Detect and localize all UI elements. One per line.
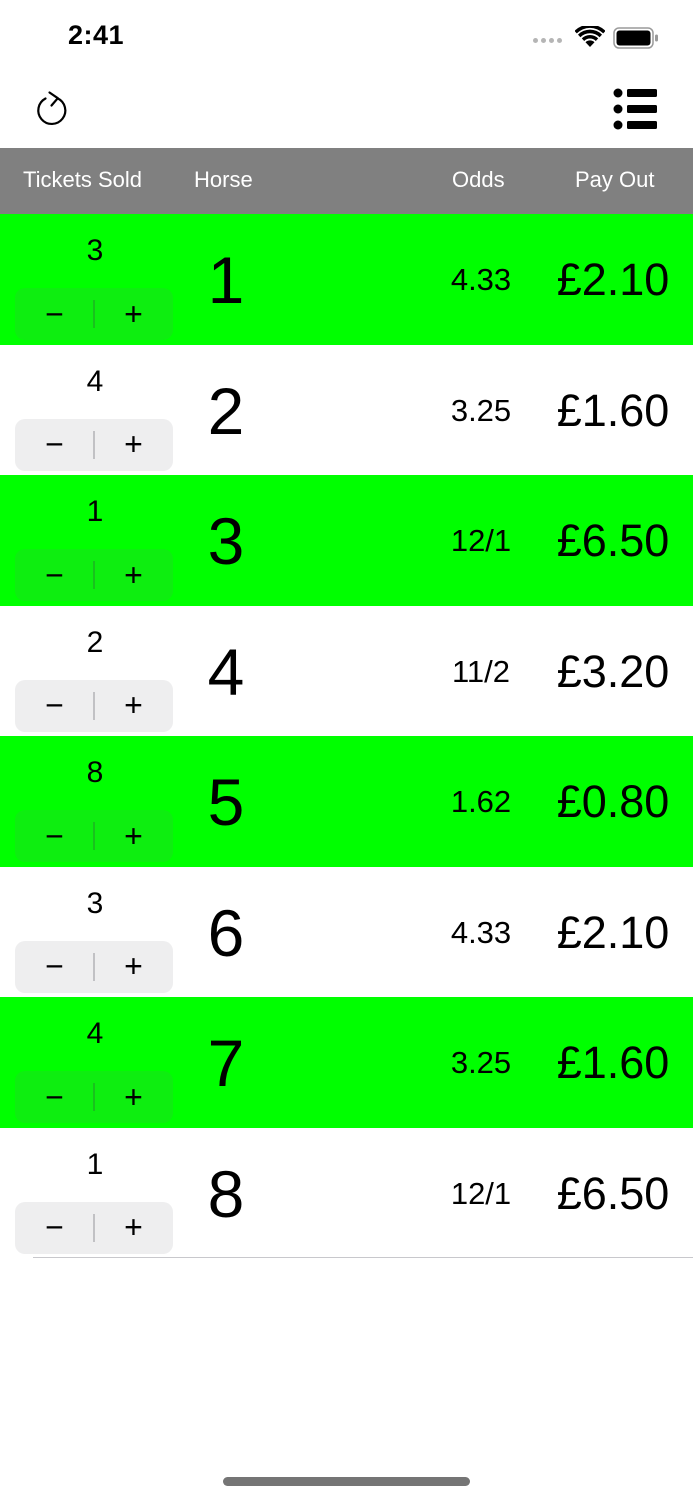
increment-button[interactable]: + (94, 549, 173, 601)
increment-button[interactable]: + (94, 419, 173, 471)
header-horse: Horse (194, 167, 253, 192)
increment-button[interactable]: + (94, 680, 173, 732)
increment-button[interactable]: + (94, 1202, 173, 1254)
cellular-signal-icon (533, 38, 562, 43)
odds-value: 12/1 (450, 523, 512, 558)
pay-out-value: £6.50 (556, 1167, 670, 1219)
odds-value: 12/1 (450, 1175, 512, 1211)
tickets-sold-count: 2 (86, 625, 104, 659)
odds-value: 1.62 (450, 784, 512, 819)
header-tickets-sold: Tickets Sold (23, 167, 143, 192)
table-row: 8 − + 5 1.62 £0.80 (0, 736, 693, 867)
odds-value: 4.33 (450, 262, 512, 297)
decrement-button[interactable]: − (15, 680, 94, 732)
horse-number: 5 (207, 765, 245, 839)
horse-number: 7 (207, 1026, 245, 1100)
increment-button[interactable]: + (94, 941, 173, 993)
decrement-button[interactable]: − (15, 1202, 94, 1254)
table-row: 4 − + 2 3.25 £1.60 (0, 344, 693, 475)
increment-button[interactable]: + (94, 1071, 173, 1123)
tickets-stepper: − + (15, 810, 173, 862)
tickets-stepper: − + (15, 679, 173, 732)
home-indicator[interactable] (223, 1477, 470, 1486)
horse-number: 6 (207, 895, 245, 970)
horse-table: 3 − + 1 4.33 £2.10 4 − + 2 3.25 £1.60 1 … (0, 214, 693, 1258)
row-divider (33, 1257, 693, 1258)
decrement-button[interactable]: − (15, 941, 94, 993)
pay-out-value: £1.60 (556, 384, 670, 436)
table-row: 3 − + 1 4.33 £2.10 (0, 214, 693, 345)
table-row: 3 − + 6 4.33 £2.10 (0, 866, 693, 997)
wifi-icon (575, 26, 605, 47)
tickets-sold-count: 4 (86, 364, 104, 398)
tickets-sold-count: 8 (86, 756, 104, 789)
tickets-stepper: − + (15, 288, 173, 340)
odds-value: 11/2 (451, 653, 511, 689)
odds-value: 3.25 (450, 1045, 512, 1080)
pay-out-value: £6.50 (556, 515, 670, 566)
horse-number: 3 (207, 504, 245, 578)
tickets-sold-count: 3 (86, 886, 104, 920)
table-row: 2 − + 4 11/2 £3.20 (0, 605, 693, 736)
header-pay-out: Pay Out (575, 167, 655, 192)
table-row: 1 − + 8 12/1 £6.50 (0, 1127, 693, 1258)
navigation-bar (0, 76, 693, 148)
tickets-sold-count: 3 (86, 234, 104, 267)
tickets-stepper: − + (15, 418, 173, 471)
table-row: 4 − + 7 3.25 £1.60 (0, 997, 693, 1128)
tickets-sold-count: 1 (86, 1147, 104, 1181)
tickets-stepper: − + (15, 1201, 173, 1254)
list-icon[interactable] (612, 87, 658, 133)
tickets-sold-count: 1 (86, 495, 104, 528)
horse-number: 2 (207, 373, 245, 448)
pay-out-value: £2.10 (556, 254, 670, 305)
status-bar: 2:41 (0, 0, 693, 76)
decrement-button[interactable]: − (15, 288, 94, 340)
decrement-button[interactable]: − (15, 549, 94, 601)
odds-value: 4.33 (450, 914, 512, 950)
horse-number: 4 (207, 634, 245, 709)
decrement-button[interactable]: − (15, 810, 94, 862)
tickets-stepper: − + (15, 549, 173, 601)
increment-button[interactable]: + (94, 810, 173, 862)
status-time: 2:41 (68, 20, 125, 50)
battery-icon (613, 27, 658, 49)
increment-button[interactable]: + (94, 288, 173, 340)
tickets-sold-count: 4 (86, 1017, 104, 1050)
table-header: Tickets Sold Horse Odds Pay Out (0, 148, 693, 214)
pay-out-value: £3.20 (556, 645, 670, 697)
tickets-stepper: − + (15, 1071, 173, 1123)
pay-out-value: £2.10 (556, 906, 670, 958)
horse-number: 1 (207, 243, 245, 317)
decrement-button[interactable]: − (15, 1071, 94, 1123)
header-odds: Odds (452, 167, 505, 192)
table-row: 1 − + 3 12/1 £6.50 (0, 475, 693, 606)
tickets-stepper: − + (15, 940, 173, 993)
pay-out-value: £0.80 (556, 776, 670, 827)
horse-number: 8 (207, 1156, 245, 1231)
pay-out-value: £1.60 (556, 1037, 670, 1088)
odds-value: 3.25 (450, 392, 512, 428)
refresh-icon[interactable] (33, 90, 71, 130)
decrement-button[interactable]: − (15, 419, 94, 471)
